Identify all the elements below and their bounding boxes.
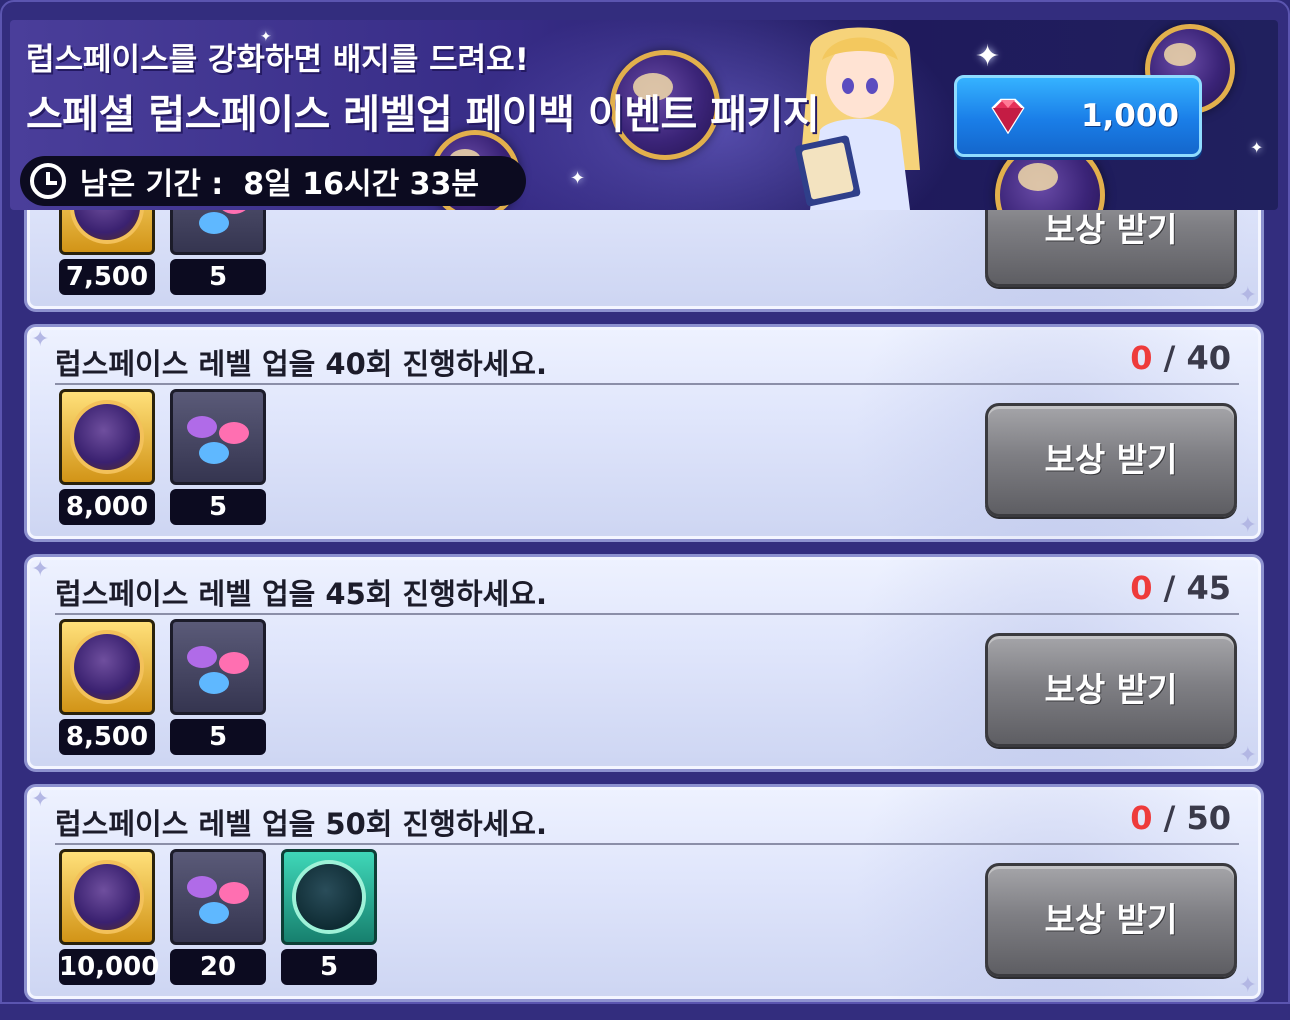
mission-card: ✦ 7,500 5 보상 받기 [24, 210, 1264, 312]
divider [55, 843, 1239, 845]
clock-icon [30, 163, 66, 199]
claim-reward-button[interactable]: 보상 받기 [985, 863, 1237, 977]
card-corner-star-icon: ✦ [1238, 973, 1257, 998]
reward-item: 8,000 [59, 389, 155, 525]
divider [55, 613, 1239, 615]
reward-list: 8,500 5 [59, 619, 266, 755]
card-corner-star-icon: ✦ [31, 557, 50, 582]
reward-count: 8,000 [59, 489, 155, 525]
purchase-button[interactable]: 1,000 [954, 75, 1202, 157]
progress-max: 50 [1186, 799, 1231, 837]
reward-item: 5 [281, 849, 377, 985]
reward-item: 5 [170, 619, 266, 755]
progress-current: 0 [1130, 569, 1153, 607]
reward-item: 10,000 [59, 849, 159, 985]
mission-title: 럽스페이스 레벨 업을 45회 진행하세요. [55, 577, 547, 611]
lovespace-orb-icon [59, 849, 155, 945]
progress-separator: / [1163, 569, 1176, 607]
banner-title: 스페셜 럽스페이스 레벨업 페이백 이벤트 패키지 [26, 92, 820, 138]
mission-card: ✦ ✦ 럽스페이스 레벨 업을 45회 진행하세요. 0 / 45 8,500 … [24, 554, 1264, 772]
reward-item: 7,500 [59, 210, 155, 295]
reward-list: 8,000 5 [59, 389, 266, 525]
teal-orb-icon [281, 849, 377, 945]
progress-separator: / [1163, 339, 1176, 377]
reward-count: 5 [170, 719, 266, 755]
sparkle-icon: ✦ [1250, 138, 1264, 157]
card-corner-star-icon: ✦ [1238, 513, 1257, 538]
reward-item: 5 [170, 389, 266, 525]
candy-icon [170, 389, 266, 485]
lovespace-orb-icon [59, 619, 155, 715]
purchase-price: 1,000 [1080, 98, 1179, 134]
reward-item: 5 [170, 210, 266, 295]
mission-list[interactable]: ✦ 7,500 5 보상 받기 ✦ ✦ 럽스페이스 레벨 업을 40회 진행하세… [0, 210, 1290, 1020]
window-bottom-edge [0, 1002, 1290, 1020]
reward-count: 8,500 [59, 719, 155, 755]
mission-progress: 0 / 45 [1130, 569, 1231, 607]
remaining-time-label: 남은 기간 : [80, 167, 224, 202]
candy-icon [170, 619, 266, 715]
candy-icon [170, 849, 266, 945]
event-banner: ✦ ✦ ✦ ✦ 럽스페이스를 강화하면 배지를 드려요! 스페셜 럽스페이스 레… [10, 20, 1278, 210]
reward-count: 7,500 [59, 259, 155, 295]
sparkle-icon: ✦ [570, 168, 586, 189]
claim-reward-button[interactable]: 보상 받기 [985, 210, 1237, 287]
progress-max: 40 [1186, 339, 1231, 377]
divider [55, 383, 1239, 385]
reward-count: 5 [170, 259, 266, 295]
reward-item: 20 [170, 849, 266, 985]
mission-progress: 0 / 50 [1130, 799, 1231, 837]
reward-count: 5 [170, 489, 266, 525]
reward-list: 7,500 5 [59, 210, 266, 295]
card-corner-star-icon: ✦ [1238, 743, 1257, 768]
claim-reward-button[interactable]: 보상 받기 [985, 403, 1237, 517]
reward-count: 5 [281, 949, 377, 985]
remaining-time-value: 8일 16시간 33분 [243, 167, 479, 202]
mission-card: ✦ ✦ 럽스페이스 레벨 업을 50회 진행하세요. 0 / 50 10,000… [24, 784, 1264, 1002]
reward-item: 8,500 [59, 619, 155, 755]
mission-title: 럽스페이스 레벨 업을 50회 진행하세요. [55, 807, 547, 841]
remaining-time-pill: 남은 기간 : 8일 16시간 33분 [20, 156, 526, 206]
progress-separator: / [1163, 799, 1176, 837]
lovespace-orb-icon [59, 210, 155, 255]
lovespace-orb-icon [59, 389, 155, 485]
mission-progress: 0 / 40 [1130, 339, 1231, 377]
claim-reward-button[interactable]: 보상 받기 [985, 633, 1237, 747]
reward-list: 10,000 20 5 [59, 849, 377, 985]
ruby-gem-icon [991, 98, 1025, 134]
sparkle-icon: ✦ [975, 39, 1001, 74]
card-corner-star-icon: ✦ [31, 327, 50, 352]
candy-icon [170, 210, 266, 255]
progress-current: 0 [1130, 799, 1153, 837]
progress-max: 45 [1186, 569, 1231, 607]
progress-current: 0 [1130, 339, 1153, 377]
banner-subtitle: 럽스페이스를 강화하면 배지를 드려요! [26, 42, 529, 78]
card-corner-star-icon: ✦ [1238, 283, 1257, 308]
reward-count: 20 [170, 949, 266, 985]
mission-title: 럽스페이스 레벨 업을 40회 진행하세요. [55, 347, 547, 381]
mission-card: ✦ ✦ 럽스페이스 레벨 업을 40회 진행하세요. 0 / 40 8,000 … [24, 324, 1264, 542]
card-corner-star-icon: ✦ [31, 787, 50, 812]
reward-count: 10,000 [59, 949, 159, 985]
